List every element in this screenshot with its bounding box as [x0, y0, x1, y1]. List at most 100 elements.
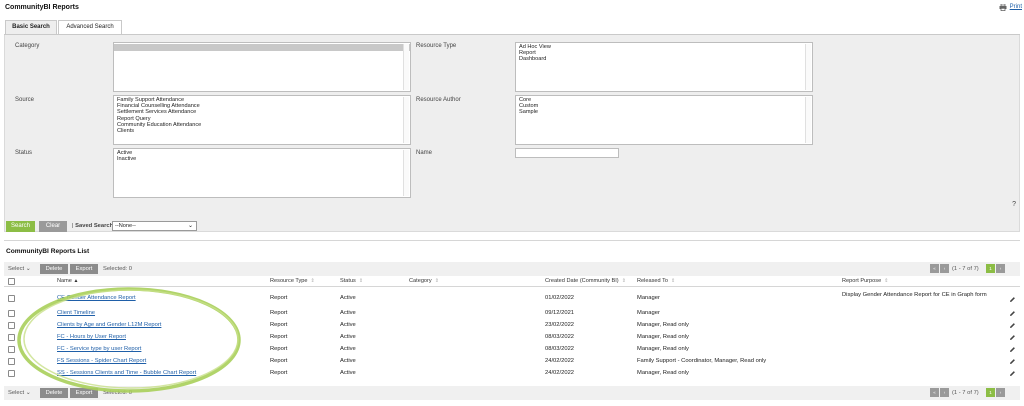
- pencil-icon[interactable]: [1009, 346, 1016, 353]
- next-page-icon[interactable]: ›: [996, 388, 1005, 397]
- delete-button[interactable]: Delete: [40, 388, 68, 398]
- next-page-icon[interactable]: ›: [996, 264, 1005, 273]
- table-row: FC - Service type by user Report Report …: [4, 344, 1020, 354]
- list-toolbar-top: Select ⌄ Delete Export Selected: 0 « ‹ (…: [4, 262, 1020, 276]
- category-scrollbar[interactable]: [403, 44, 409, 90]
- status-cell: Active: [340, 310, 356, 316]
- category-listbox[interactable]: [113, 42, 411, 92]
- name-input[interactable]: [515, 148, 619, 158]
- help-icon[interactable]: ?: [1012, 201, 1016, 208]
- pencil-icon[interactable]: [1009, 370, 1016, 377]
- resource-author-option[interactable]: Sample: [519, 109, 812, 115]
- tab-basic-search[interactable]: Basic Search: [5, 20, 57, 35]
- report-name-link[interactable]: FS Sessions - Spider Chart Report: [57, 358, 146, 364]
- first-page-icon[interactable]: «: [930, 388, 939, 397]
- delete-button[interactable]: Delete: [40, 264, 68, 274]
- created-date-cell: 08/03/2022: [545, 346, 575, 352]
- row-checkbox[interactable]: [8, 322, 15, 329]
- resource-type-cell: Report: [270, 322, 288, 328]
- row-checkbox[interactable]: [8, 310, 15, 317]
- released-to-cell: Manager, Read only: [637, 370, 689, 376]
- column-category[interactable]: Category ⇕: [409, 278, 439, 284]
- print-link[interactable]: Print: [1010, 4, 1022, 10]
- resource-author-listbox[interactable]: Core Custom Sample: [515, 95, 813, 145]
- resource-type-listbox[interactable]: Ad Hoc View Report Dashboard: [515, 42, 813, 92]
- status-cell: Active: [340, 334, 356, 340]
- pencil-icon[interactable]: [1009, 310, 1016, 317]
- created-date-cell: 08/03/2022: [545, 334, 575, 340]
- select-menu[interactable]: Select ⌄: [8, 386, 31, 400]
- created-date-cell: 23/02/2022: [545, 322, 575, 328]
- status-cell: Active: [340, 295, 356, 301]
- resource-type-cell: Report: [270, 310, 288, 316]
- row-checkbox[interactable]: [8, 370, 15, 377]
- select-all-checkbox[interactable]: [8, 278, 15, 285]
- released-to-cell: Manager, Read only: [637, 322, 689, 328]
- row-checkbox[interactable]: [8, 346, 15, 353]
- sort-icon: ⇕: [310, 278, 315, 284]
- resource-type-cell: Report: [270, 358, 288, 364]
- resource-type-cell: Report: [270, 334, 288, 340]
- sort-asc-icon: ▲: [73, 278, 79, 284]
- report-name-link[interactable]: CE Gender Attendance Report: [57, 295, 136, 301]
- sort-icon: ⇕: [621, 278, 626, 284]
- released-to-cell: Manager: [637, 310, 660, 316]
- table-row: Client Timeline Report Active 09/12/2021…: [4, 308, 1020, 318]
- printer-icon[interactable]: [999, 4, 1007, 11]
- search-button[interactable]: Search: [6, 221, 35, 232]
- column-report-purpose[interactable]: Report Purpose ⇕: [842, 278, 888, 284]
- resource-author-scrollbar[interactable]: [805, 97, 811, 143]
- table-row: SS - Sessions Clients and Time - Bubble …: [4, 368, 1020, 378]
- export-button[interactable]: Export: [70, 388, 98, 398]
- status-option[interactable]: Inactive: [117, 156, 410, 162]
- clear-button[interactable]: Clear: [39, 221, 67, 232]
- pencil-icon[interactable]: [1009, 334, 1016, 341]
- prev-page-icon[interactable]: ‹: [940, 388, 949, 397]
- column-status[interactable]: Status ⇕: [340, 278, 363, 284]
- tab-advanced-search[interactable]: Advanced Search: [58, 20, 122, 35]
- resource-type-label: Resource Type: [416, 43, 457, 49]
- pencil-icon[interactable]: [1009, 322, 1016, 329]
- status-label: Status: [15, 150, 33, 156]
- source-listbox[interactable]: Family Support Attendance Financial Coun…: [113, 95, 411, 145]
- chevron-down-icon: ⌄: [187, 223, 193, 229]
- prev-page-icon[interactable]: ‹: [940, 264, 949, 273]
- column-name[interactable]: Name ▲: [57, 278, 78, 284]
- list-toolbar-bottom: Select ⌄ Delete Export Selected: 0 « ‹ (…: [4, 386, 1020, 400]
- export-button[interactable]: Export: [70, 264, 98, 274]
- row-checkbox[interactable]: [8, 334, 15, 341]
- row-checkbox[interactable]: [8, 295, 15, 302]
- select-menu[interactable]: Select ⌄: [8, 262, 31, 276]
- row-checkbox[interactable]: [8, 358, 15, 365]
- pencil-icon[interactable]: [1009, 296, 1016, 303]
- selected-count: Selected: 0: [103, 266, 133, 272]
- column-released-to[interactable]: Released To ⇕: [637, 278, 675, 284]
- status-scrollbar[interactable]: [403, 150, 409, 196]
- report-name-link[interactable]: Client Timeline: [57, 310, 95, 316]
- table-row: CE Gender Attendance Report Report Activ…: [4, 291, 1020, 307]
- report-name-link[interactable]: FC - Hours by User Report: [57, 334, 126, 340]
- resource-type-scrollbar[interactable]: [805, 44, 811, 90]
- page-range: (1 - 7 of 7): [952, 390, 979, 396]
- resource-author-label: Resource Author: [416, 97, 461, 103]
- page-number[interactable]: 1: [986, 264, 995, 273]
- column-resource-type[interactable]: Resource Type ⇕: [270, 278, 315, 284]
- selected-count: Selected: 0: [103, 390, 133, 396]
- report-name-link[interactable]: FC - Service type by user Report: [57, 346, 141, 352]
- source-option[interactable]: Clients: [117, 128, 410, 134]
- status-cell: Active: [340, 322, 356, 328]
- resource-type-option[interactable]: Dashboard: [519, 56, 812, 62]
- column-created-date[interactable]: Created Date (Community BI) ⇕: [545, 278, 626, 284]
- page-number[interactable]: 1: [986, 388, 995, 397]
- status-listbox[interactable]: Active Inactive: [113, 148, 411, 198]
- chevron-down-icon: ⌄: [25, 266, 31, 272]
- report-name-link[interactable]: Clients by Age and Gender L12M Report: [57, 322, 161, 328]
- pencil-icon[interactable]: [1009, 358, 1016, 365]
- category-option[interactable]: [114, 44, 410, 51]
- report-name-link[interactable]: SS - Sessions Clients and Time - Bubble …: [57, 370, 196, 376]
- source-scrollbar[interactable]: [403, 97, 409, 143]
- saved-searches-select[interactable]: --None-- ⌄: [112, 221, 197, 231]
- resource-type-cell: Report: [270, 346, 288, 352]
- created-date-cell: 09/12/2021: [545, 310, 575, 316]
- first-page-icon[interactable]: «: [930, 264, 939, 273]
